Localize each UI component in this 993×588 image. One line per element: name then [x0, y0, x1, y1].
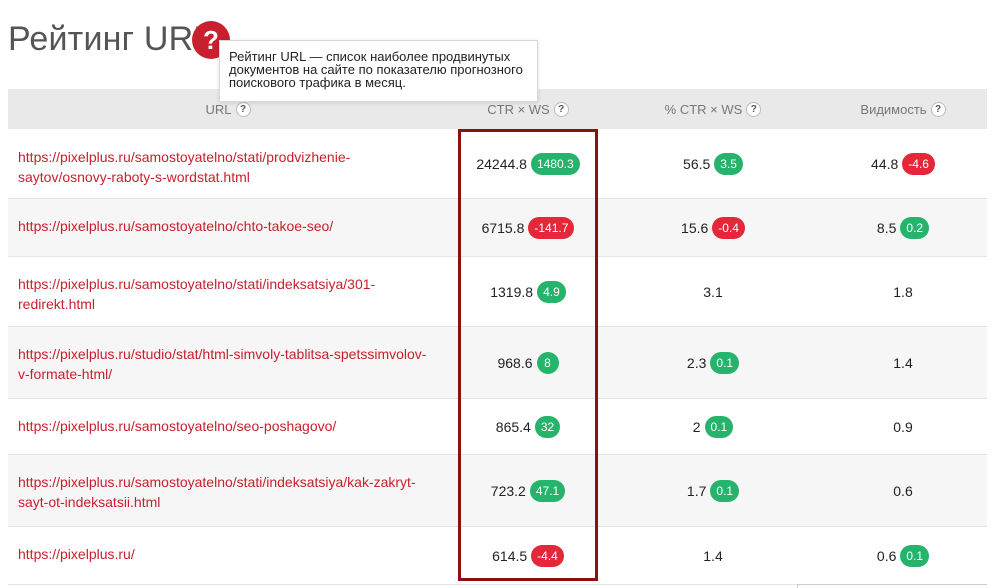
cell-visibility: 0.6 0.1: [828, 527, 978, 584]
url-link[interactable]: https://pixelplus.ru/: [18, 544, 438, 564]
url-link[interactable]: https://pixelplus.ru/samostoyatelno/stat…: [18, 147, 438, 187]
table-row: https://pixelplus.ru/samostoyatelno/stat…: [8, 455, 987, 527]
table-row: https://pixelplus.ru/samostoyatelno/chto…: [8, 199, 987, 257]
cell-value: 44.8: [871, 155, 899, 172]
url-link[interactable]: https://pixelplus.ru/samostoyatelno/seo-…: [18, 416, 438, 436]
cell-ctr-ws: 1319.8 4.9: [458, 257, 598, 326]
delta-badge: 0.1: [704, 415, 734, 438]
delta-badge: 8: [536, 351, 559, 374]
cell-value: 0.6: [893, 482, 913, 499]
cell-ctr-ws: 24244.8 1480.3: [458, 129, 598, 198]
delta-badge: -141.7: [528, 216, 575, 239]
cell-pct-ctr-ws: 56.5 3.5: [638, 129, 788, 198]
url-link[interactable]: https://pixelplus.ru/samostoyatelno/stat…: [18, 472, 438, 512]
cell-value: 1.4: [703, 547, 723, 564]
cell-visibility: 8.5 0.2: [828, 199, 978, 256]
cell-value: 1.8: [893, 283, 913, 300]
delta-badge: -0.4: [712, 216, 745, 239]
help-icon[interactable]: ?: [553, 101, 569, 117]
cell-ctr-ws: 723.2 47.1: [458, 455, 598, 526]
column-header-pct-ctr-ws: % CTR × WS ?: [638, 89, 788, 129]
cell-visibility: 1.4: [828, 327, 978, 398]
cell-pct-ctr-ws: 3.1: [638, 257, 788, 326]
url-link[interactable]: https://pixelplus.ru/studio/stat/html-si…: [18, 344, 438, 384]
delta-badge: 0.1: [900, 544, 930, 567]
url-link[interactable]: https://pixelplus.ru/samostoyatelno/stat…: [18, 274, 438, 314]
cell-pct-ctr-ws: 1.4: [638, 527, 788, 584]
column-header-label: % CTR × WS: [664, 101, 743, 117]
cell-value: 8.5: [876, 219, 897, 236]
cell-value: 0.6: [876, 547, 897, 564]
delta-badge: 0.2: [900, 216, 930, 239]
scrollbar[interactable]: [797, 584, 987, 588]
delta-badge: 47.1: [529, 479, 566, 502]
help-icon[interactable]: ?: [746, 101, 762, 117]
delta-badge: 0.1: [710, 479, 740, 502]
cell-value: 3.1: [703, 283, 723, 300]
cell-visibility: 0.6: [828, 455, 978, 526]
delta-badge: -4.4: [531, 544, 564, 567]
help-tooltip: Рейтинг URL — список наиболее продвинуты…: [219, 40, 538, 102]
cell-value: 15.6: [681, 219, 709, 236]
cell-visibility: 1.8: [828, 257, 978, 326]
delta-badge: -4.6: [902, 152, 935, 175]
delta-badge: 32: [534, 415, 561, 438]
table-row: https://pixelplus.ru/studio/stat/html-si…: [8, 327, 987, 399]
delta-badge: 1480.3: [530, 152, 580, 175]
column-header-label: URL: [205, 101, 232, 117]
table-row: https://pixelplus.ru/samostoyatelno/stat…: [8, 129, 987, 199]
column-header-label: Видимость: [860, 101, 927, 117]
cell-value: 6715.8: [481, 219, 525, 236]
table-row: https://pixelplus.ru/samostoyatelno/seo-…: [8, 399, 987, 455]
cell-value: 723.2: [490, 482, 526, 499]
cell-visibility: 44.8 -4.6: [828, 129, 978, 198]
cell-pct-ctr-ws: 15.6 -0.4: [638, 199, 788, 256]
cell-pct-ctr-ws: 2.3 0.1: [638, 327, 788, 398]
help-icon[interactable]: ?: [235, 101, 251, 117]
delta-badge: 3.5: [714, 152, 743, 175]
cell-value: 968.6: [497, 354, 533, 371]
cell-value: 24244.8: [476, 155, 527, 172]
table-row: https://pixelplus.ru/614.5 -4.4 1.4 0.6 0.1: [8, 527, 987, 585]
cell-ctr-ws: 865.4 32: [458, 399, 598, 454]
cell-value: 1319.8: [490, 283, 534, 300]
cell-value: 865.4: [495, 418, 531, 435]
page-title: Рейтинг URL: [8, 20, 213, 58]
url-link[interactable]: https://pixelplus.ru/samostoyatelno/chto…: [18, 216, 438, 236]
cell-visibility: 0.9: [828, 399, 978, 454]
cell-ctr-ws: 614.5 -4.4: [458, 527, 598, 584]
column-header-label: CTR × WS: [487, 101, 550, 117]
cell-pct-ctr-ws: 2 0.1: [638, 399, 788, 454]
cell-value: 1.7: [686, 482, 707, 499]
help-icon[interactable]: ?: [930, 101, 946, 117]
cell-ctr-ws: 968.6 8: [458, 327, 598, 398]
cell-pct-ctr-ws: 1.7 0.1: [638, 455, 788, 526]
cell-value: 2: [692, 418, 701, 435]
cell-value: 56.5: [683, 155, 711, 172]
column-header-visibility: Видимость ?: [828, 89, 978, 129]
cell-value: 1.4: [893, 354, 913, 371]
cell-value: 614.5: [492, 547, 528, 564]
table-body: https://pixelplus.ru/samostoyatelno/stat…: [8, 129, 987, 585]
url-rating-table: URL ? CTR × WS ? % CTR × WS ? Видимость …: [8, 89, 987, 585]
cell-value: 2.3: [686, 354, 707, 371]
cell-value: 0.9: [893, 418, 913, 435]
cell-ctr-ws: 6715.8 -141.7: [458, 199, 598, 256]
table-row: https://pixelplus.ru/samostoyatelno/stat…: [8, 257, 987, 327]
delta-badge: 0.1: [710, 351, 740, 374]
delta-badge: 4.9: [537, 280, 566, 303]
